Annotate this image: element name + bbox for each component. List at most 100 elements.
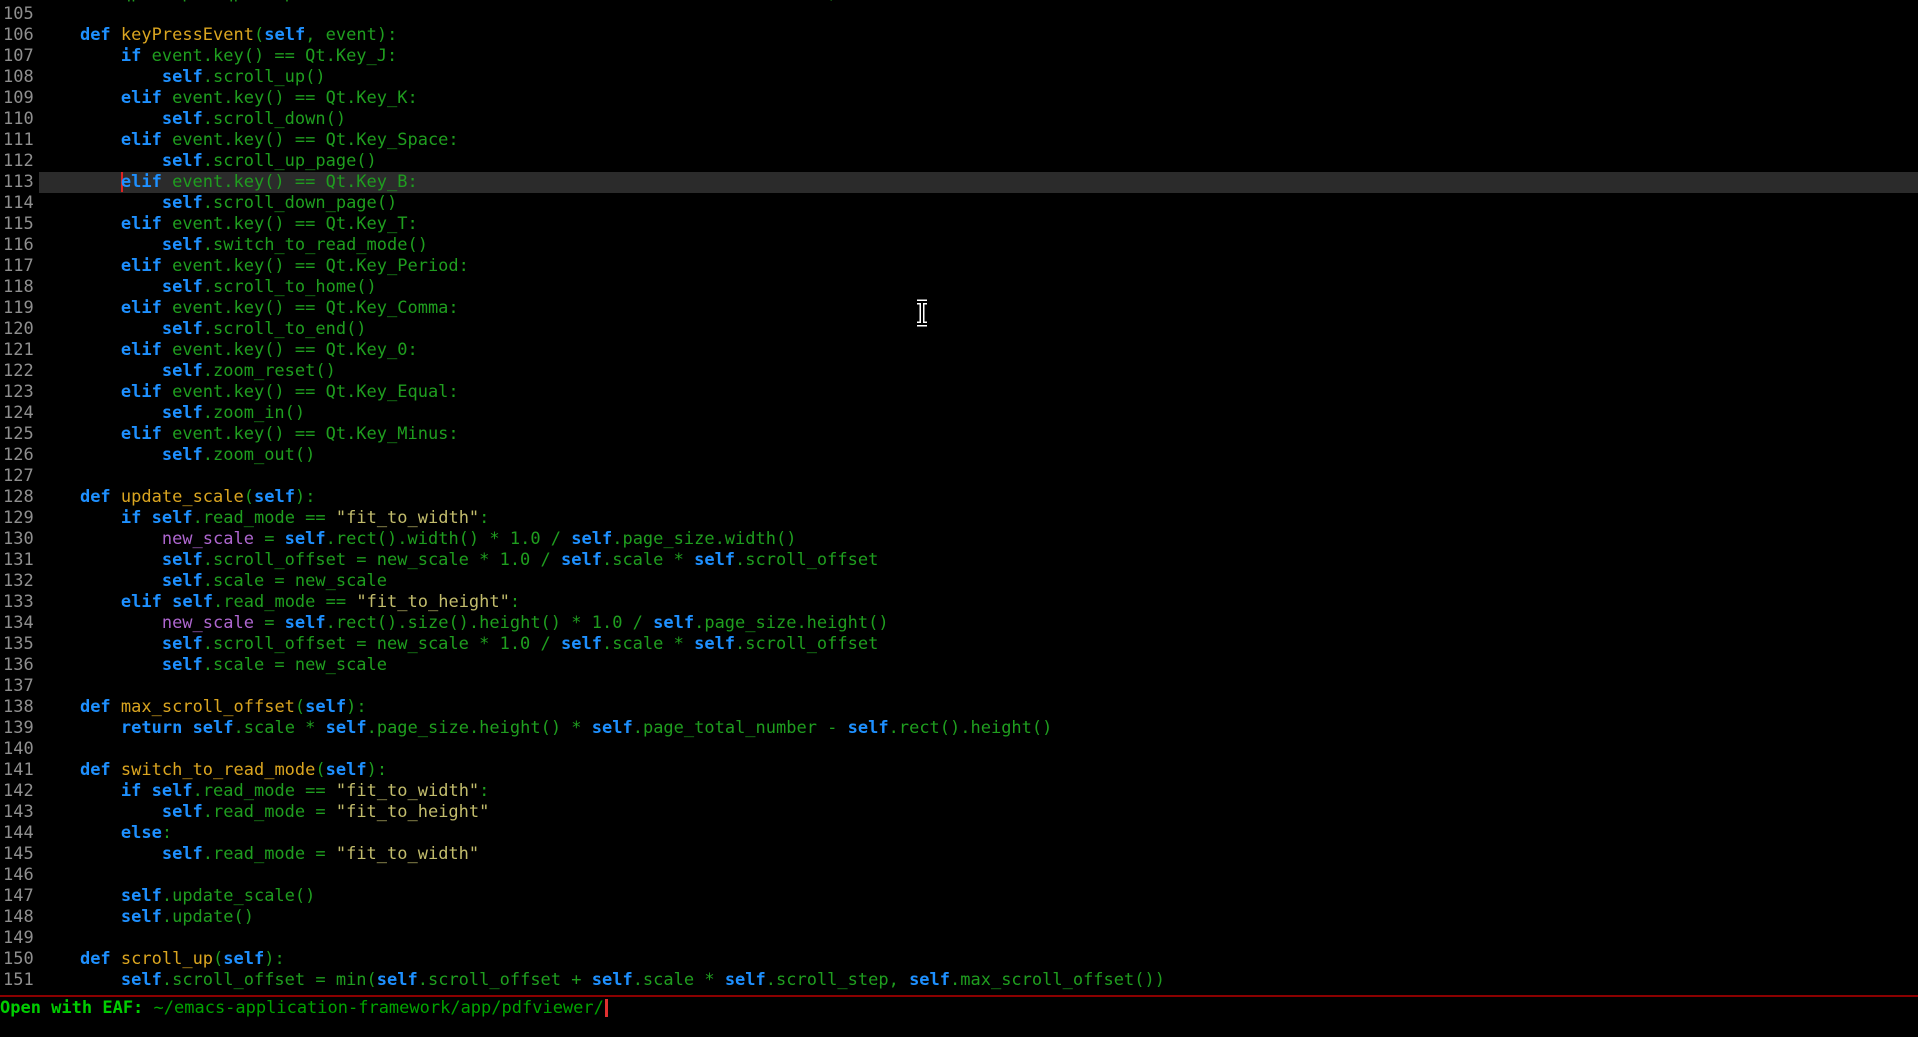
code-line[interactable]: 126 self.zoom_out() [0, 445, 1918, 466]
code-text[interactable]: elif event.key() == Qt.Key_Space: [39, 130, 1918, 151]
code-text[interactable]: if self.read_mode == "fit_to_width": [39, 508, 1918, 529]
code-line[interactable]: 110 self.scroll_down() [0, 109, 1918, 130]
code-line[interactable]: 148 self.update() [0, 907, 1918, 928]
code-text[interactable]: def switch_to_read_mode(self): [39, 760, 1918, 781]
code-buffer[interactable]: 104 qpixmap = qpixmap.scaledToWidth(int(… [0, 0, 1918, 991]
code-text[interactable]: self.zoom_reset() [39, 361, 1918, 382]
code-text[interactable]: elif event.key() == Qt.Key_Equal: [39, 382, 1918, 403]
code-line[interactable]: 149 [0, 928, 1918, 949]
code-line[interactable]: 134 new_scale = self.rect().size().heigh… [0, 613, 1918, 634]
code-text[interactable]: self.update() [39, 907, 1918, 928]
code-line[interactable]: 115 elif event.key() == Qt.Key_T: [0, 214, 1918, 235]
code-line[interactable]: 131 self.scroll_offset = new_scale * 1.0… [0, 550, 1918, 571]
code-text[interactable]: def max_scroll_offset(self): [39, 697, 1918, 718]
code-text[interactable]: self.scroll_offset = min(self.scroll_off… [39, 970, 1918, 991]
code-text[interactable]: def scroll_up(self): [39, 949, 1918, 970]
code-line[interactable]: 141 def switch_to_read_mode(self): [0, 760, 1918, 781]
code-text[interactable]: self.scroll_up_page() [39, 151, 1918, 172]
minibuffer-input[interactable]: ~/emacs-application-framework/app/pdfvie… [154, 998, 604, 1018]
code-text[interactable]: elif self.read_mode == "fit_to_height": [39, 592, 1918, 613]
code-line[interactable]: 129 if self.read_mode == "fit_to_width": [0, 508, 1918, 529]
code-text[interactable]: elif event.key() == Qt.Key_Minus: [39, 424, 1918, 445]
code-line[interactable]: 150 def scroll_up(self): [0, 949, 1918, 970]
code-text[interactable]: else: [39, 823, 1918, 844]
code-text[interactable]: if self.read_mode == "fit_to_width": [39, 781, 1918, 802]
code-text[interactable]: elif event.key() == Qt.Key_0: [39, 340, 1918, 361]
code-line[interactable]: 117 elif event.key() == Qt.Key_Period: [0, 256, 1918, 277]
code-line[interactable]: 143 self.read_mode = "fit_to_height" [0, 802, 1918, 823]
code-text[interactable]: self.scale = new_scale [39, 571, 1918, 592]
code-line[interactable]: 127 [0, 466, 1918, 487]
code-line[interactable]: 151 self.scroll_offset = min(self.scroll… [0, 970, 1918, 991]
code-text[interactable]: self.read_mode = "fit_to_width" [39, 844, 1918, 865]
code-text[interactable]: elif event.key() == Qt.Key_B: [39, 172, 1918, 193]
code-line[interactable]: 132 self.scale = new_scale [0, 571, 1918, 592]
code-line[interactable]: 138 def max_scroll_offset(self): [0, 697, 1918, 718]
code-text[interactable] [39, 676, 1918, 697]
code-line[interactable]: 123 elif event.key() == Qt.Key_Equal: [0, 382, 1918, 403]
code-text[interactable]: self.scale = new_scale [39, 655, 1918, 676]
code-line[interactable]: 108 self.scroll_up() [0, 67, 1918, 88]
code-text[interactable]: self.read_mode = "fit_to_height" [39, 802, 1918, 823]
code-text[interactable]: elif event.key() == Qt.Key_K: [39, 88, 1918, 109]
code-text[interactable]: elif event.key() == Qt.Key_T: [39, 214, 1918, 235]
code-text[interactable]: elif event.key() == Qt.Key_Period: [39, 256, 1918, 277]
code-text[interactable] [39, 928, 1918, 949]
code-text[interactable]: def update_scale(self): [39, 487, 1918, 508]
code-line[interactable]: 109 elif event.key() == Qt.Key_K: [0, 88, 1918, 109]
code-line[interactable]: 137 [0, 676, 1918, 697]
code-line[interactable]: 116 self.switch_to_read_mode() [0, 235, 1918, 256]
code-text[interactable]: self.update_scale() [39, 886, 1918, 907]
code-line[interactable]: 133 elif self.read_mode == "fit_to_heigh… [0, 592, 1918, 613]
code-line[interactable]: 119 elif event.key() == Qt.Key_Comma: [0, 298, 1918, 319]
line-number: 116 [0, 235, 39, 256]
code-line[interactable]: 128 def update_scale(self): [0, 487, 1918, 508]
code-line[interactable]: 118 self.scroll_to_home() [0, 277, 1918, 298]
code-line[interactable]: 105 [0, 4, 1918, 25]
code-text[interactable]: def keyPressEvent(self, event): [39, 25, 1918, 46]
code-text[interactable]: self.scroll_to_end() [39, 319, 1918, 340]
code-line[interactable]: 111 elif event.key() == Qt.Key_Space: [0, 130, 1918, 151]
code-line[interactable]: 112 self.scroll_up_page() [0, 151, 1918, 172]
code-line[interactable]: 113 elif event.key() == Qt.Key_B: [0, 172, 1918, 193]
code-text[interactable]: self.scroll_to_home() [39, 277, 1918, 298]
code-text[interactable] [39, 739, 1918, 760]
code-text[interactable]: self.scroll_up() [39, 67, 1918, 88]
code-text[interactable]: self.scroll_down_page() [39, 193, 1918, 214]
code-text[interactable]: self.zoom_in() [39, 403, 1918, 424]
code-text[interactable]: self.scroll_offset = new_scale * 1.0 / s… [39, 550, 1918, 571]
code-line[interactable]: 136 self.scale = new_scale [0, 655, 1918, 676]
code-line[interactable]: 124 self.zoom_in() [0, 403, 1918, 424]
code-line[interactable]: 139 return self.scale * self.page_size.h… [0, 718, 1918, 739]
code-text[interactable]: self.scroll_offset = new_scale * 1.0 / s… [39, 634, 1918, 655]
code-line[interactable]: 121 elif event.key() == Qt.Key_0: [0, 340, 1918, 361]
line-number: 151 [0, 970, 39, 991]
code-line[interactable]: 146 [0, 865, 1918, 886]
code-text[interactable] [39, 466, 1918, 487]
code-line[interactable]: 144 else: [0, 823, 1918, 844]
minibuffer-echo-line[interactable]: Open with EAF: ~/emacs-application-frame… [0, 998, 608, 1019]
code-line[interactable]: 130 new_scale = self.rect().width() * 1.… [0, 529, 1918, 550]
code-text[interactable]: if event.key() == Qt.Key_J: [39, 46, 1918, 67]
code-text[interactable]: self.zoom_out() [39, 445, 1918, 466]
code-line[interactable]: 142 if self.read_mode == "fit_to_width": [0, 781, 1918, 802]
code-line[interactable]: 106 def keyPressEvent(self, event): [0, 25, 1918, 46]
code-line[interactable]: 140 [0, 739, 1918, 760]
code-line[interactable]: 120 self.scroll_to_end() [0, 319, 1918, 340]
minibuffer[interactable]: Open with EAF: ~/emacs-application-frame… [0, 997, 1918, 1037]
code-text[interactable] [39, 4, 1918, 25]
code-line[interactable]: 122 self.zoom_reset() [0, 361, 1918, 382]
code-line[interactable]: 107 if event.key() == Qt.Key_J: [0, 46, 1918, 67]
code-text[interactable]: self.switch_to_read_mode() [39, 235, 1918, 256]
code-line[interactable]: 114 self.scroll_down_page() [0, 193, 1918, 214]
code-line[interactable]: 135 self.scroll_offset = new_scale * 1.0… [0, 634, 1918, 655]
code-line[interactable]: 125 elif event.key() == Qt.Key_Minus: [0, 424, 1918, 445]
code-text[interactable]: elif event.key() == Qt.Key_Comma: [39, 298, 1918, 319]
code-line[interactable]: 147 self.update_scale() [0, 886, 1918, 907]
code-text[interactable]: new_scale = self.rect().width() * 1.0 / … [39, 529, 1918, 550]
code-text[interactable]: return self.scale * self.page_size.heigh… [39, 718, 1918, 739]
code-text[interactable] [39, 865, 1918, 886]
code-line[interactable]: 145 self.read_mode = "fit_to_width" [0, 844, 1918, 865]
code-text[interactable]: new_scale = self.rect().size().height() … [39, 613, 1918, 634]
code-text[interactable]: self.scroll_down() [39, 109, 1918, 130]
